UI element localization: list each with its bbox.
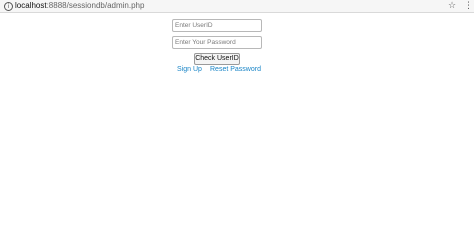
address-bar[interactable]: i localhost:8888/sessiondb/admin.php ☆ ⋮ — [0, 0, 474, 13]
userid-input[interactable] — [172, 19, 262, 32]
url-text[interactable]: localhost:8888/sessiondb/admin.php — [15, 0, 144, 12]
sign-up-link[interactable]: Sign Up — [177, 65, 202, 75]
info-icon[interactable]: i — [4, 2, 13, 11]
browser-window: i localhost:8888/sessiondb/admin.php ☆ ⋮… — [0, 0, 474, 204]
star-icon[interactable]: ☆ — [448, 0, 456, 12]
password-input[interactable] — [172, 36, 262, 49]
url-host: localhost — [15, 1, 47, 10]
kebab-menu-icon[interactable]: ⋮ — [464, 0, 473, 12]
check-userid-button[interactable]: Check UserID — [194, 53, 240, 65]
reset-password-link[interactable]: Reset Password — [210, 65, 261, 75]
url-path: :8888/sessiondb/admin.php — [46, 1, 145, 10]
